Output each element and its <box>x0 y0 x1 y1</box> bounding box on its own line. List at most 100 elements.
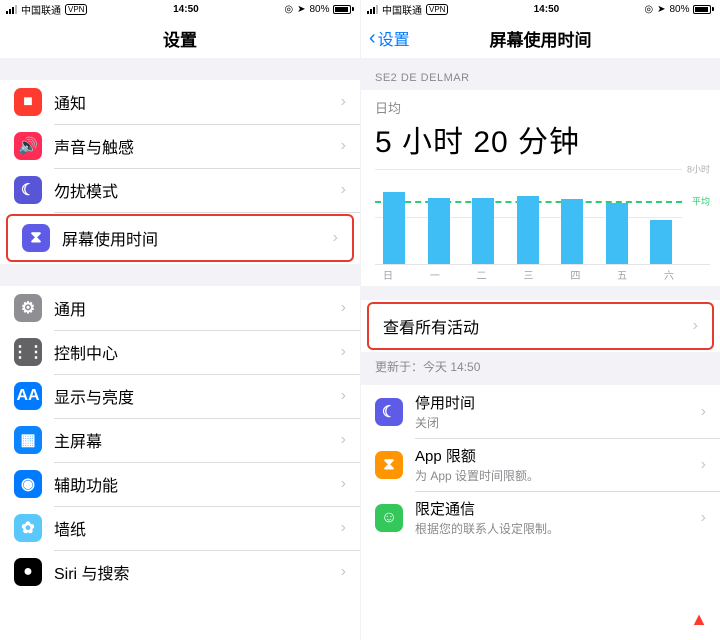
chevron-right-icon: › <box>341 299 346 317</box>
chevron-right-icon: › <box>341 431 346 449</box>
option-subtitle: 关闭 <box>415 414 689 431</box>
page-title: 屏幕使用时间 <box>490 26 592 51</box>
back-label: 设置 <box>378 26 410 50</box>
section-gap <box>361 286 720 300</box>
chevron-left-icon: ‹ <box>369 28 376 48</box>
chevron-right-icon: › <box>341 387 346 405</box>
general-icon: ⚙ <box>14 294 42 322</box>
vpn-badge: VPN <box>426 4 448 15</box>
watermark-icon: ▲ <box>688 608 710 630</box>
dnd-icon: ☾ <box>14 176 42 204</box>
x-tick-label: 四 <box>570 267 580 282</box>
siri-icon: ● <box>14 558 42 586</box>
notifications-icon: ■ <box>14 88 42 116</box>
row-label: 控制中心 <box>54 340 329 364</box>
chevron-right-icon: › <box>341 137 346 155</box>
signal-icon <box>6 5 17 14</box>
settings-row-sounds[interactable]: 🔊声音与触感› <box>0 124 360 168</box>
status-bar: 中国联通 VPN 14:50 ◎ ➤ 80% <box>361 0 720 18</box>
status-time: 14:50 <box>534 4 560 15</box>
bar-五[interactable] <box>606 203 628 264</box>
section-gap <box>0 58 360 80</box>
daily-average-value: 5 小时 20 分钟 <box>375 117 706 161</box>
vpn-badge: VPN <box>65 4 87 15</box>
downtime-icon: ☾ <box>375 398 403 426</box>
communication-icon: ☺ <box>375 504 403 532</box>
usage-chart[interactable]: 8小时 平均 日一二三四五六 <box>361 163 720 286</box>
nav-bar: 设置 <box>0 18 360 58</box>
back-button[interactable]: ‹ 设置 <box>369 26 410 50</box>
section-gap <box>0 264 360 286</box>
option-app-limits[interactable]: ⧗ App 限额为 App 设置时间限额。 › <box>361 438 720 491</box>
row-label: 通知 <box>54 90 329 114</box>
bar-日[interactable] <box>383 192 405 264</box>
settings-row-screentime[interactable]: ⧗屏幕使用时间› <box>8 216 352 260</box>
daily-average-block: 日均 5 小时 20 分钟 <box>361 90 720 163</box>
battery-pct: 80% <box>669 4 689 15</box>
x-tick-label: 二 <box>477 267 487 282</box>
daily-average-label: 日均 <box>375 98 706 117</box>
average-label: 平均 <box>692 194 710 207</box>
row-label: 辅助功能 <box>54 472 329 496</box>
highlight-box: ⧗屏幕使用时间› <box>6 214 354 262</box>
accessibility-icon: ◉ <box>14 470 42 498</box>
battery-pct: 80% <box>309 4 329 15</box>
option-subtitle: 根据您的联系人设定限制。 <box>415 520 689 537</box>
status-bar: 中国联通 VPN 14:50 ◎ ➤ 80% <box>0 0 360 18</box>
settings-row-dnd[interactable]: ☾ 勿扰模式 › <box>0 168 360 212</box>
option-downtime[interactable]: ☾ 停用时间关闭 › <box>361 385 720 438</box>
wallpaper-icon: ✿ <box>14 514 42 542</box>
chevron-right-icon: › <box>333 229 338 247</box>
bar-六[interactable] <box>650 220 672 264</box>
screentime-icon: ⧗ <box>22 224 50 252</box>
x-tick-label: 日 <box>383 267 393 282</box>
settings-pane: 中国联通 VPN 14:50 ◎ ➤ 80% 设置 ■通知›🔊声音与触感›☾勿扰… <box>0 0 360 640</box>
option-label: 停用时间 <box>415 392 689 413</box>
chevron-right-icon: › <box>701 509 706 527</box>
view-all-row-group: 查看所有活动 › <box>361 300 720 352</box>
display-icon: AA <box>14 382 42 410</box>
location-icon: ➤ <box>657 4 665 15</box>
settings-row-display[interactable]: AA显示与亮度› <box>0 374 360 418</box>
highlight-box: 查看所有活动 › <box>367 302 714 350</box>
x-tick-label: 六 <box>664 267 674 282</box>
option-subtitle: 为 App 设置时间限额。 <box>415 467 689 484</box>
chevron-right-icon: › <box>341 563 346 581</box>
app-limits-icon: ⧗ <box>375 451 403 479</box>
carrier-label: 中国联通 <box>21 2 61 17</box>
bar-三[interactable] <box>517 196 539 264</box>
bar-一[interactable] <box>428 198 450 265</box>
screentime-pane: 中国联通 VPN 14:50 ◎ ➤ 80% ‹ 设置 屏幕使用时间 SE2 D… <box>360 0 720 640</box>
settings-row-home-screen[interactable]: ▦主屏幕› <box>0 418 360 462</box>
row-label: Siri 与搜索 <box>54 560 329 584</box>
settings-group-1: ■通知›🔊声音与触感›☾勿扰模式›⧗屏幕使用时间› <box>0 80 360 264</box>
option-label: App 限额 <box>415 445 689 466</box>
orientation-lock-icon: ◎ <box>644 4 653 15</box>
settings-row-siri[interactable]: ● Siri 与搜索 › <box>0 550 360 594</box>
bar-二[interactable] <box>472 198 494 265</box>
nav-bar: ‹ 设置 屏幕使用时间 <box>361 18 720 58</box>
page-title: 设置 <box>163 26 197 51</box>
chevron-right-icon: › <box>341 181 346 199</box>
chevron-right-icon: › <box>693 317 698 335</box>
view-all-activity[interactable]: 查看所有活动 › <box>369 304 712 348</box>
sounds-icon: 🔊 <box>14 132 42 160</box>
bar-四[interactable] <box>561 199 583 264</box>
chevron-right-icon: › <box>341 343 346 361</box>
screentime-options: ☾停用时间关闭›⧗App 限额为 App 设置时间限额。›☺限定通信根据您的联系… <box>361 385 720 544</box>
row-label: 勿扰模式 <box>54 178 329 202</box>
option-communication[interactable]: ☺限定通信根据您的联系人设定限制。› <box>361 491 720 544</box>
chevron-right-icon: › <box>701 403 706 421</box>
chevron-right-icon: › <box>701 456 706 474</box>
battery-icon <box>693 5 714 14</box>
settings-row-control-center[interactable]: ⋮⋮控制中心› <box>0 330 360 374</box>
settings-row-general[interactable]: ⚙ 通用 › <box>0 286 360 330</box>
settings-row-notifications[interactable]: ■通知› <box>0 80 360 124</box>
row-label: 墙纸 <box>54 516 329 540</box>
row-label: 通用 <box>54 296 329 320</box>
settings-row-accessibility[interactable]: ◉辅助功能› <box>0 462 360 506</box>
location-icon: ➤ <box>297 4 305 15</box>
settings-row-wallpaper[interactable]: ✿墙纸› <box>0 506 360 550</box>
y-tick-label: 8小时 <box>687 163 710 176</box>
battery-icon <box>333 5 354 14</box>
